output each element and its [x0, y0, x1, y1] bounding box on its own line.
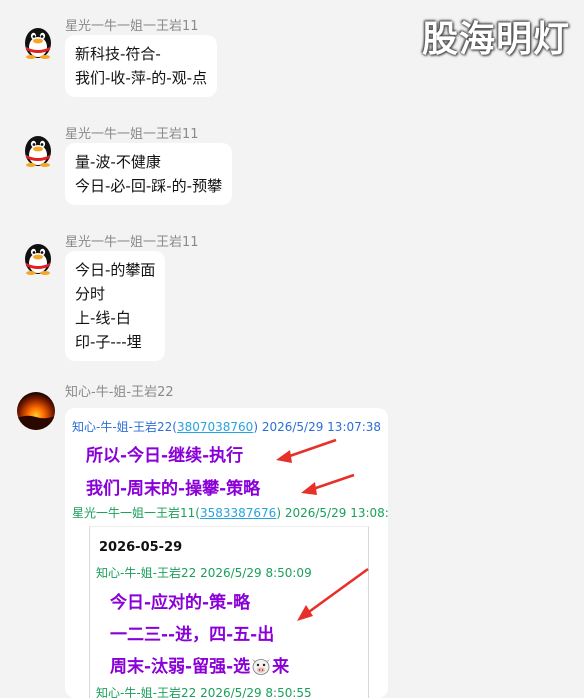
forward-time: 2026/5/29 13:08:12 — [284, 506, 388, 520]
message-line: 我们-收-萍-的-观-点 — [75, 69, 208, 87]
forward-header: 星光一牛一姐一王岩11(3583387676) 2026/5/29 13:08:… — [72, 504, 388, 521]
highlight-line: 今日-应对的-策-略 — [110, 593, 251, 613]
highlight-line: 周末-汰弱-留强-选来 — [110, 656, 290, 677]
message-line: 今日-的攀面 — [75, 261, 156, 279]
sender-name[interactable]: 星光一牛一姐一王岩11 — [65, 123, 199, 142]
qq-penguin-avatar[interactable] — [19, 130, 57, 168]
qq-penguin-avatar[interactable] — [19, 238, 57, 276]
forward-sender: 知心-牛-姐-王岩22 — [96, 566, 197, 580]
sender-name[interactable]: 星光一牛一姐一王岩11 — [65, 15, 199, 34]
forward-sender: 星光一牛一姐一王岩11 — [72, 506, 196, 520]
highlight-line: 一二三--进，四-五-出 — [110, 625, 275, 645]
sender-name[interactable]: 知心-牛-姐-王岩22 — [65, 381, 174, 400]
message-line: 上-线-白 — [75, 309, 131, 327]
red-arrow-icon — [301, 473, 355, 495]
qq-number-link[interactable]: 3807038760 — [177, 420, 253, 434]
message-bubble[interactable]: 量-波-不健康 今日-必-回-踩-的-预攀 — [65, 143, 233, 205]
message-line: 今日-必-回-踩-的-预攀 — [75, 177, 223, 195]
nested-date: 2026-05-29 — [99, 540, 183, 555]
qq-penguin-avatar[interactable] — [19, 22, 57, 60]
highlight-line: 所以-今日-继续-执行 — [86, 446, 244, 466]
message-line: 新科技-符合- — [75, 45, 161, 63]
forward-header: 知心-牛-姐-王岩22 2026/5/29 8:50:55 — [96, 684, 312, 698]
qq-number-link[interactable]: 3583387676 — [200, 506, 276, 520]
forward-sender: 知心-牛-姐-王岩22 — [72, 420, 173, 434]
red-arrow-icon — [297, 567, 369, 621]
sunset-photo-avatar[interactable] — [17, 392, 55, 430]
highlight-line: 我们-周末的-操攀-策略 — [86, 479, 261, 499]
forward-header: 知心-牛-姐-王岩22(3807038760) 2026/5/29 13:07:… — [72, 420, 382, 434]
forward-sender-time: 知心-牛-姐-王岩22 2026/5/29 8:50:55 — [96, 686, 312, 698]
message-bubble[interactable]: 今日-的攀面 分时 上-线-白 印-子---埋 — [65, 251, 166, 361]
cow-emoji-icon — [251, 656, 271, 676]
message-line: 印-子---埋 — [75, 333, 142, 351]
message-bubble[interactable]: 新科技-符合- 我们-收-萍-的-观-点 — [65, 35, 218, 97]
message-line: 分时 — [75, 285, 106, 303]
message-line: 量-波-不健康 — [75, 153, 161, 171]
red-arrow-icon — [276, 438, 337, 463]
sender-name[interactable]: 星光一牛一姐一王岩11 — [65, 231, 199, 250]
forward-header: 知心-牛-姐-王岩22 2026/5/29 8:50:09 — [96, 564, 312, 581]
forward-time: 2026/5/29 13:07:38 — [261, 420, 382, 434]
watermark: 股海明灯 — [421, 19, 570, 60]
